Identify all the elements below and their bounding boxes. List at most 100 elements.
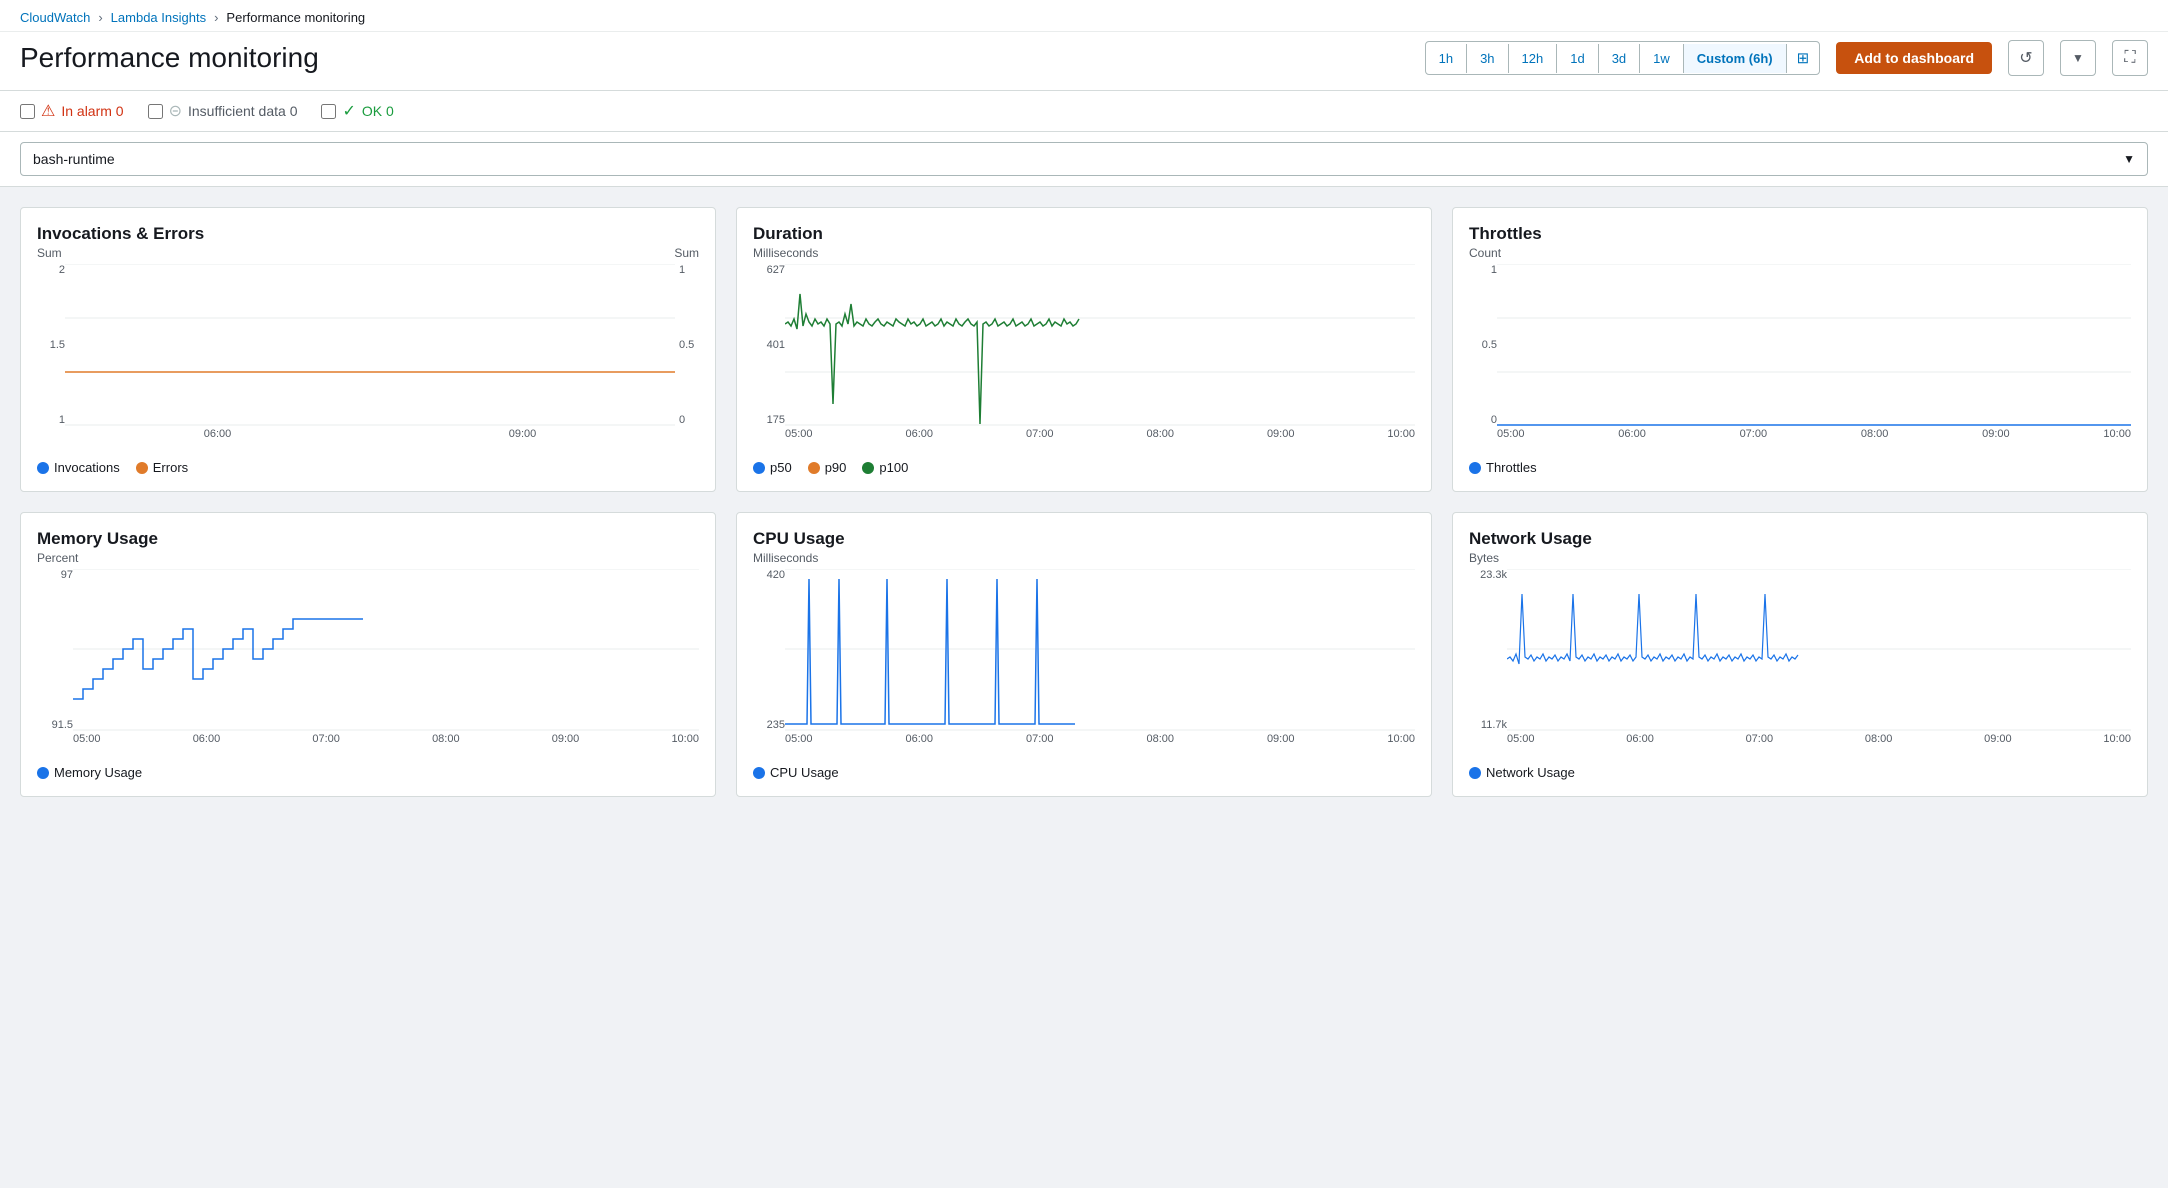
duration-chart: 627 401 175 05:00 06:00 [753, 264, 1415, 454]
time-3h[interactable]: 3h [1467, 44, 1508, 73]
time-1h[interactable]: 1h [1426, 44, 1467, 73]
inv-legend-invocations: Invocations [37, 460, 120, 475]
dur-legend: p50 p90 p100 [753, 460, 1415, 475]
invocations-y-label: Sum [37, 246, 62, 260]
invocations-title: Invocations & Errors [37, 224, 699, 244]
insufficient-checkbox[interactable] [148, 104, 163, 119]
mem-legend-label: Memory Usage [54, 765, 142, 780]
invocations-chart-card: Invocations & Errors Sum Sum 2 1.5 1 [20, 207, 716, 492]
inv-legend: Invocations Errors [37, 460, 699, 475]
dur-legend-p90: p90 [808, 460, 847, 475]
breadcrumb-lambda-insights[interactable]: Lambda Insights [111, 10, 206, 25]
alarm-filters: ⚠ In alarm 0 ⊝ Insufficient data 0 ✓ OK … [0, 91, 2168, 132]
dropdown-button[interactable]: ▼ [2060, 40, 2096, 76]
cpu-chart-card: CPU Usage Milliseconds 420 235 [736, 512, 1432, 797]
duration-unit: Milliseconds [753, 246, 1415, 260]
cpu-chart: 420 235 05:00 06:00 07:00 [753, 569, 1415, 759]
mem-x-labels: 05:00 06:00 07:00 08:00 09:00 10:00 [73, 733, 699, 745]
main-content: Invocations & Errors Sum Sum 2 1.5 1 [0, 187, 2168, 817]
memory-chart-card: Memory Usage Percent 97 91.5 0 [20, 512, 716, 797]
duration-title: Duration [753, 224, 1415, 244]
thr-x-labels: 05:00 06:00 07:00 08:00 09:00 10:00 [1497, 428, 2131, 440]
thr-chart-inner: 05:00 06:00 07:00 08:00 09:00 10:00 [1497, 264, 2131, 454]
breadcrumb: CloudWatch › Lambda Insights › Performan… [0, 0, 2168, 32]
dur-p90-label: p90 [825, 460, 847, 475]
top-bar: CloudWatch › Lambda Insights › Performan… [0, 0, 2168, 187]
inv-legend-errors: Errors [136, 460, 188, 475]
throttles-title: Throttles [1469, 224, 2131, 244]
throttles-chart: 1 0.5 0 05:00 06:00 [1469, 264, 2131, 454]
net-chart-inner: 05:00 06:00 07:00 08:00 09:00 10:00 [1507, 569, 2131, 759]
charts-grid-top: Invocations & Errors Sum Sum 2 1.5 1 [20, 207, 2148, 492]
cpu-title: CPU Usage [753, 529, 1415, 549]
refresh-button[interactable]: ↺ [2008, 40, 2044, 76]
thr-legend: Throttles [1469, 460, 2131, 475]
invocations-chart: 2 1.5 1 [37, 264, 699, 454]
function-value: bash-runtime [33, 151, 115, 167]
mem-svg [73, 569, 699, 731]
add-dashboard-button[interactable]: Add to dashboard [1836, 42, 1992, 74]
breadcrumb-current: Performance monitoring [226, 10, 365, 25]
thr-y-axis: 1 0.5 0 [1469, 264, 1497, 454]
cpu-legend-label: CPU Usage [770, 765, 839, 780]
time-3d[interactable]: 3d [1599, 44, 1640, 73]
dur-p50-label: p50 [770, 460, 792, 475]
net-x-labels: 05:00 06:00 07:00 08:00 09:00 10:00 [1507, 733, 2131, 745]
dur-p100-label: p100 [879, 460, 908, 475]
thr-legend-item: Throttles [1469, 460, 1537, 475]
memory-unit: Percent [37, 551, 699, 565]
insufficient-icon: ⊝ [169, 101, 182, 121]
inv-legend-inv-label: Invocations [54, 460, 120, 475]
time-custom[interactable]: Custom (6h) [1684, 44, 1787, 73]
dur-chart-inner: 05:00 06:00 07:00 08:00 09:00 10:00 [785, 264, 1415, 454]
function-selector: bash-runtime ▼ [0, 132, 2168, 187]
time-1w[interactable]: 1w [1640, 44, 1684, 73]
cpu-svg [785, 569, 1415, 731]
mem-y-axis: 97 91.5 [37, 569, 73, 759]
memory-title: Memory Usage [37, 529, 699, 549]
net-legend: Network Usage [1469, 765, 2131, 780]
cpu-legend-item: CPU Usage [753, 765, 839, 780]
inv-y-axis-right: 1 0.5 0 [675, 264, 699, 454]
in-alarm-label: In alarm 0 [61, 103, 123, 119]
cpu-chart-inner: 05:00 06:00 07:00 08:00 09:00 10:00 [785, 569, 1415, 759]
memory-chart: 97 91.5 05:00 06:00 07:00 [37, 569, 699, 759]
function-dropdown-wrapper[interactable]: bash-runtime ▼ [20, 142, 2148, 176]
thr-legend-label: Throttles [1486, 460, 1537, 475]
network-title: Network Usage [1469, 529, 2131, 549]
time-1d[interactable]: 1d [1557, 44, 1598, 73]
cpu-y-axis: 420 235 [753, 569, 785, 759]
mem-legend-item: Memory Usage [37, 765, 142, 780]
time-12h[interactable]: 12h [1509, 44, 1558, 73]
inv-chart-inner: 06:00 09:00 [65, 264, 675, 454]
net-y-axis: 23.3k 11.7k [1469, 569, 1507, 759]
time-controls: 1h 3h 12h 1d 3d 1w Custom (6h) ⊞ [1425, 41, 1821, 75]
insufficient-label: Insufficient data 0 [188, 103, 297, 119]
page-title: Performance monitoring [20, 42, 1409, 74]
inv-y-axis-left: 2 1.5 1 [37, 264, 65, 454]
network-chart: 23.3k 11.7k 05:00 06:00 07:00 [1469, 569, 2131, 759]
thr-svg [1497, 264, 2131, 426]
in-alarm-filter[interactable]: ⚠ In alarm 0 [20, 101, 124, 121]
cpu-unit: Milliseconds [753, 551, 1415, 565]
fullscreen-button[interactable]: ⛶ [2112, 40, 2148, 76]
page-header: Performance monitoring 1h 3h 12h 1d 3d 1… [0, 32, 2168, 91]
dur-x-labels: 05:00 06:00 07:00 08:00 09:00 10:00 [785, 428, 1415, 440]
invocations-unit-row: Sum Sum [37, 246, 699, 260]
grid-view-button[interactable]: ⊞ [1787, 42, 1820, 74]
inv-legend-err-label: Errors [153, 460, 188, 475]
net-svg [1507, 569, 2131, 731]
insufficient-filter[interactable]: ⊝ Insufficient data 0 [148, 101, 298, 121]
in-alarm-checkbox[interactable] [20, 104, 35, 119]
dur-y-axis: 627 401 175 [753, 264, 785, 454]
ok-label: OK 0 [362, 103, 394, 119]
ok-filter[interactable]: ✓ OK 0 [321, 101, 393, 121]
ok-checkbox[interactable] [321, 104, 336, 119]
invocations-y2-label: Sum [674, 246, 699, 260]
dur-svg [785, 264, 1415, 426]
network-unit: Bytes [1469, 551, 2131, 565]
mem-legend: Memory Usage [37, 765, 699, 780]
breadcrumb-cloudwatch[interactable]: CloudWatch [20, 10, 90, 25]
inv-x-labels: 06:00 09:00 [65, 428, 675, 440]
throttles-chart-card: Throttles Count 1 0.5 0 [1452, 207, 2148, 492]
